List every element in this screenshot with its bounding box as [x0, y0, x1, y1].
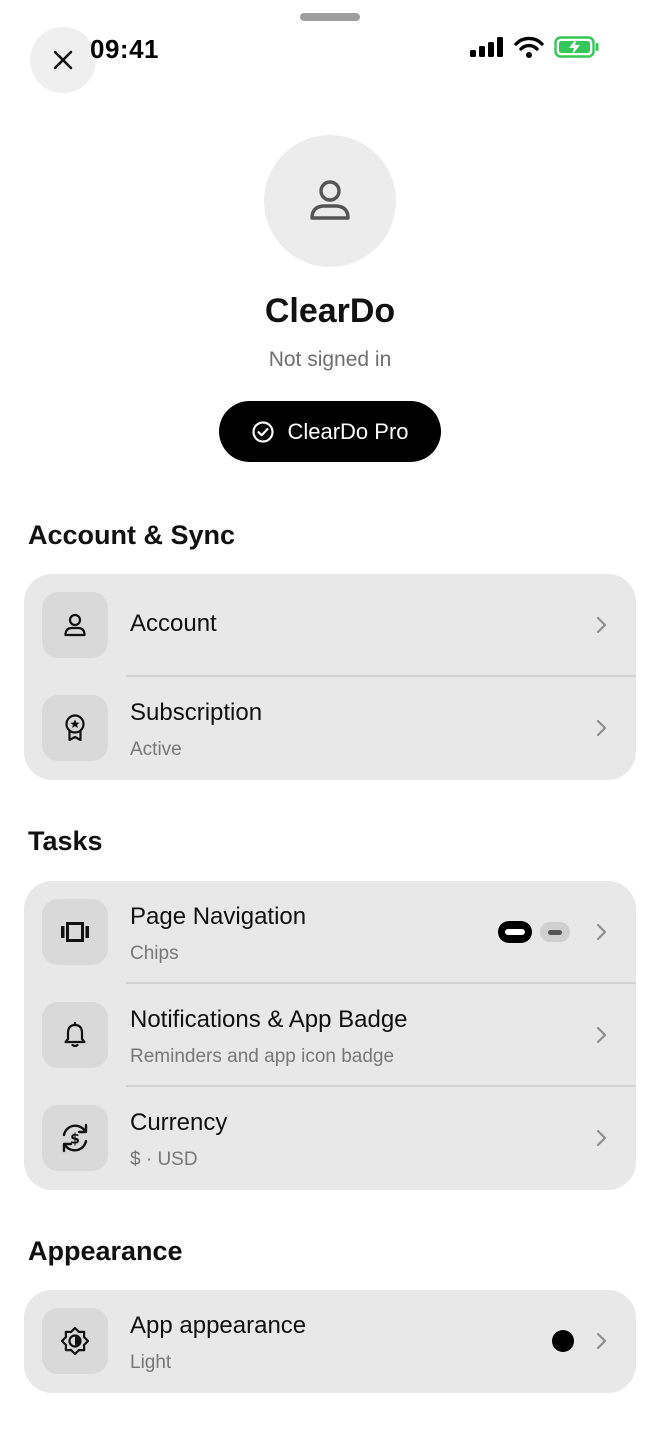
- subscription-row[interactable]: Subscription Active: [24, 677, 636, 780]
- account-sync-card: Account Subscription Active: [24, 574, 636, 780]
- currency-exchange-icon: $: [62, 1123, 88, 1153]
- sign-in-status: Not signed in: [268, 348, 392, 371]
- check-circle-icon: [252, 420, 275, 443]
- page-navigation-row[interactable]: Page Navigation Chips: [24, 881, 636, 984]
- status-icons: [470, 36, 600, 58]
- chip-active-indicator: [498, 921, 532, 943]
- section-title-appearance: Appearance: [28, 1236, 183, 1266]
- cleardo-pro-button[interactable]: ClearDo Pro: [219, 401, 441, 462]
- chevron-right-icon: [596, 1129, 607, 1147]
- chips-preview: [498, 921, 570, 943]
- section-title-tasks: Tasks: [28, 826, 103, 856]
- currency-icon-tile: $: [42, 1105, 108, 1171]
- appearance-icon-tile: [42, 1308, 108, 1374]
- cellular-signal-icon: [470, 37, 503, 57]
- appearance-card: App appearance Light: [24, 1290, 636, 1393]
- notifications-description: Reminders and app icon badge: [130, 1046, 395, 1067]
- battery-charging-icon: [554, 36, 599, 58]
- award-badge-icon: [65, 714, 85, 742]
- section-title-account-sync: Account & Sync: [28, 520, 236, 550]
- chevron-right-icon: [596, 923, 607, 941]
- brightness-icon: [60, 1326, 90, 1356]
- currency-row[interactable]: $ Currency $ · USD: [24, 1087, 636, 1190]
- chevron-right-icon: [596, 719, 607, 737]
- currency-label: Currency: [130, 1109, 228, 1136]
- svg-text:$: $: [70, 1132, 80, 1148]
- chip-inactive-indicator: [540, 922, 570, 942]
- notifications-icon-tile: [42, 1002, 108, 1068]
- profile-avatar[interactable]: [264, 135, 396, 267]
- tasks-card: Page Navigation Chips Notifications & Ap…: [24, 881, 636, 1190]
- notifications-label: Notifications & App Badge: [130, 1006, 408, 1033]
- carousel-icon: [61, 922, 89, 942]
- currency-value: $ · USD: [130, 1149, 198, 1170]
- bell-icon: [64, 1022, 86, 1048]
- subscription-label: Subscription: [130, 699, 263, 726]
- settings-sheet: 09:41 ClearDo Not signed in ClearDo Pro …: [0, 0, 660, 1434]
- close-icon: [53, 50, 73, 70]
- app-appearance-label: App appearance: [130, 1312, 307, 1339]
- subscription-icon-tile: [42, 695, 108, 761]
- subscription-status: Active: [130, 739, 182, 760]
- account-label: Account: [130, 610, 217, 637]
- close-button[interactable]: [30, 27, 96, 93]
- account-icon-tile: [42, 592, 108, 658]
- chevron-right-icon: [596, 1332, 607, 1350]
- wifi-icon: [514, 36, 544, 58]
- app-name: ClearDo: [264, 292, 396, 330]
- status-time: 09:41: [90, 34, 159, 64]
- pro-button-label: ClearDo Pro: [287, 418, 409, 444]
- person-icon: [64, 613, 86, 637]
- page-navigation-label: Page Navigation: [130, 903, 307, 930]
- app-appearance-value: Light: [130, 1352, 172, 1373]
- app-appearance-row[interactable]: App appearance Light: [24, 1290, 636, 1393]
- chevron-right-icon: [596, 616, 607, 634]
- chevron-right-icon: [596, 1026, 607, 1044]
- appearance-color-dot: [552, 1330, 574, 1352]
- notifications-row[interactable]: Notifications & App Badge Reminders and …: [24, 984, 636, 1087]
- person-icon: [310, 180, 350, 220]
- sheet-grabber[interactable]: [300, 13, 360, 21]
- account-row[interactable]: Account: [24, 574, 636, 677]
- page-navigation-icon-tile: [42, 899, 108, 965]
- page-navigation-value: Chips: [130, 943, 179, 964]
